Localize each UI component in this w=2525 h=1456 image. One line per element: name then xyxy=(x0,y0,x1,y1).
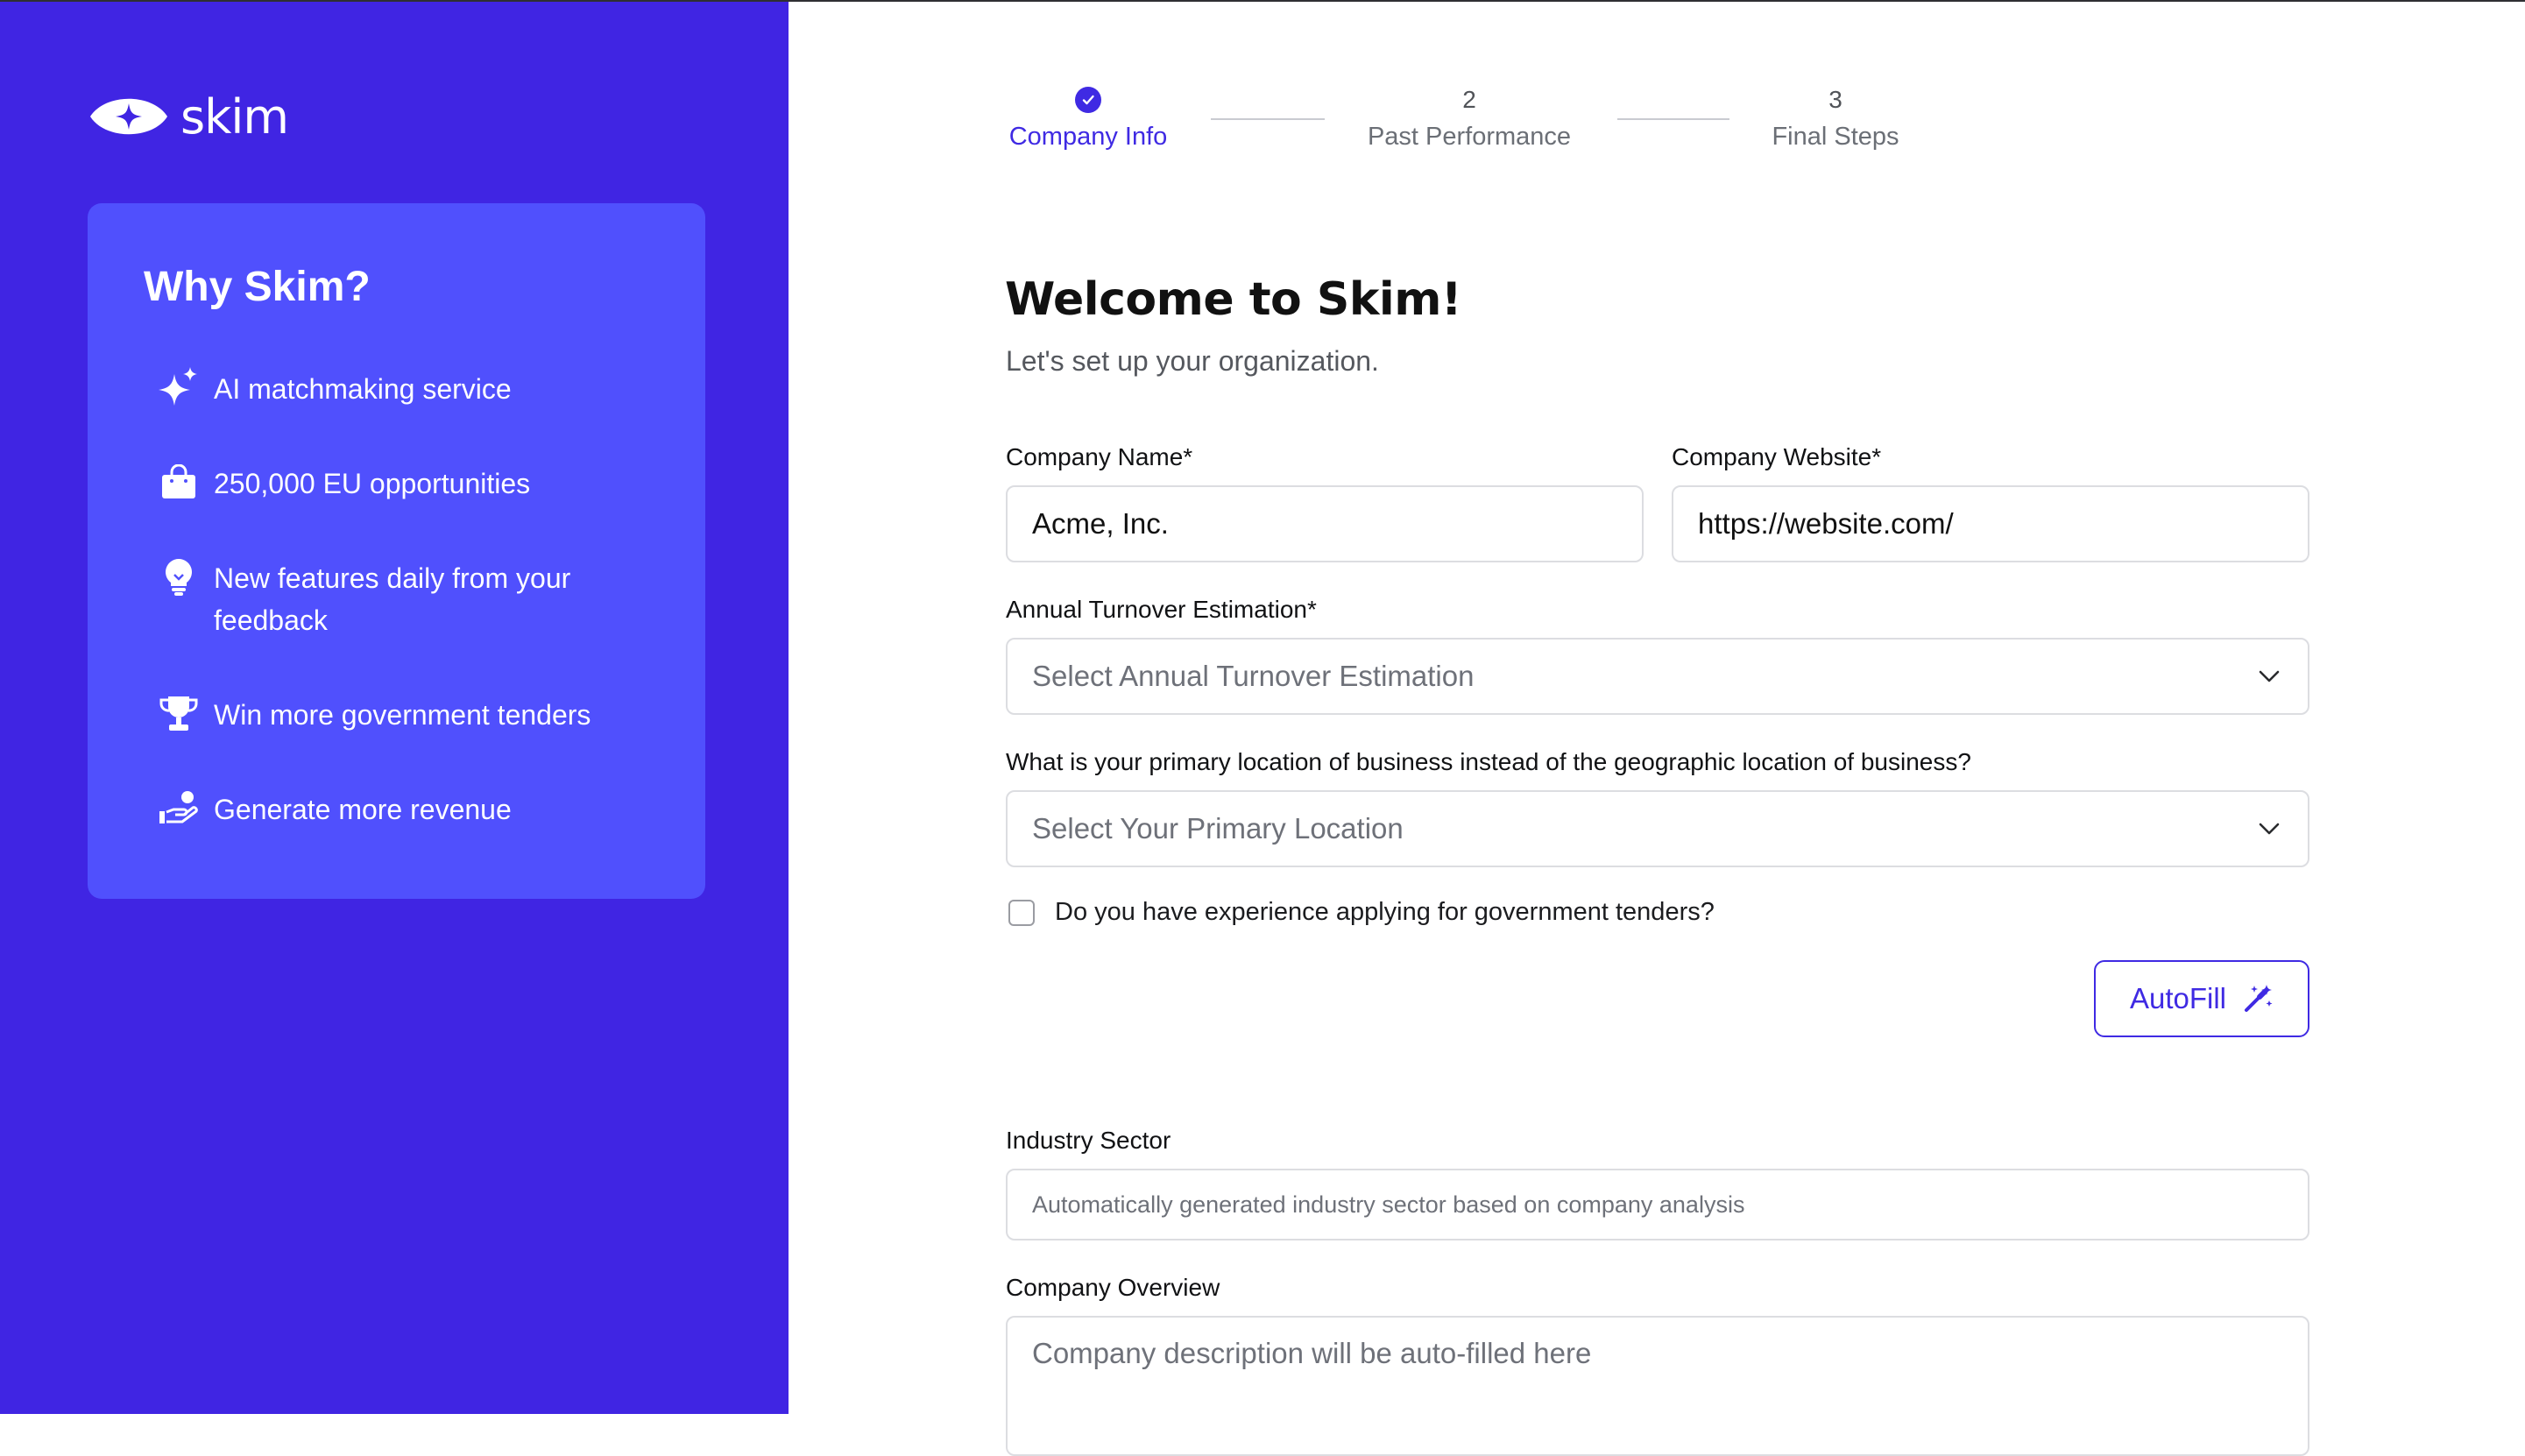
benefit-text: 250,000 EU opportunities xyxy=(214,468,531,499)
page-subtitle: Let's set up your organization. xyxy=(1006,345,1379,377)
benefit-item: New features daily from your feedback xyxy=(158,557,634,641)
overview-label: Company Overview xyxy=(1006,1274,1220,1301)
skim-logo[interactable]: skim xyxy=(88,86,289,147)
location-label: What is your primary location of busines… xyxy=(1006,748,1971,775)
overview-placeholder: Company description will be auto-filled … xyxy=(1032,1337,1592,1369)
benefit-text: Win more government tenders xyxy=(214,699,591,731)
magic-wand-icon xyxy=(2245,985,2273,1012)
industry-label: Industry Sector xyxy=(1006,1127,1171,1154)
autofill-button[interactable]: AutoFill xyxy=(2094,960,2309,1037)
why-skim-title: Why Skim? xyxy=(144,264,371,310)
benefit-item: AI matchmaking service xyxy=(158,366,634,410)
hand-coin-icon xyxy=(158,787,200,829)
step-marker xyxy=(998,82,1178,117)
experience-label[interactable]: Do you have experience applying for gove… xyxy=(1055,898,1715,927)
step-connector xyxy=(1617,118,1729,120)
company-name-value: Acme, Inc. xyxy=(1032,507,1169,540)
step-label: Company Info xyxy=(1008,123,1168,151)
turnover-label: Annual Turnover Estimation* xyxy=(1006,596,1317,623)
shopping-bag-icon xyxy=(158,461,200,503)
chevron-down-icon xyxy=(2259,670,2280,682)
benefit-item: Generate more revenue xyxy=(158,788,634,830)
sparkles-icon xyxy=(158,366,200,408)
turnover-select[interactable]: Select Annual Turnover Estimation xyxy=(1006,638,2309,715)
eye-star-logo-icon xyxy=(90,98,167,135)
overview-textarea[interactable]: Company description will be auto-filled … xyxy=(1006,1316,2309,1456)
location-placeholder: Select Your Primary Location xyxy=(1032,812,1404,845)
benefit-item: 250,000 EU opportunities xyxy=(158,463,634,505)
benefit-item: Win more government tenders xyxy=(158,694,634,736)
benefit-text: AI matchmaking service xyxy=(214,373,512,405)
benefit-text: New features daily from your feedback xyxy=(214,562,571,636)
step-connector xyxy=(1211,118,1325,120)
industry-input[interactable]: Automatically generated industry sector … xyxy=(1006,1169,2309,1240)
company-website-value: https://website.com/ xyxy=(1698,507,1954,540)
lightbulb-icon xyxy=(158,555,200,597)
step-final-steps[interactable]: 3 Final Steps xyxy=(1758,82,1913,152)
company-website-label: Company Website* xyxy=(1672,443,1882,470)
turnover-placeholder: Select Annual Turnover Estimation xyxy=(1032,660,1475,692)
check-circle-icon xyxy=(1075,87,1101,113)
autofill-label: AutoFill xyxy=(2129,982,2227,1014)
company-website-input[interactable]: https://website.com/ xyxy=(1672,485,2309,562)
company-name-label: Company Name* xyxy=(1006,443,1193,470)
trophy-icon xyxy=(158,692,200,734)
brand-name: skim xyxy=(180,88,289,145)
step-past-performance[interactable]: 2 Past Performance xyxy=(1356,82,1582,152)
step-label: Final Steps xyxy=(1772,123,1899,151)
page-title: Welcome to Skim! xyxy=(1005,273,1462,326)
step-company-info[interactable]: Company Info xyxy=(998,82,1178,152)
industry-placeholder: Automatically generated industry sector … xyxy=(1032,1191,1745,1218)
experience-checkbox[interactable] xyxy=(1008,900,1035,926)
step-number: 3 xyxy=(1828,86,1842,113)
step-number: 2 xyxy=(1462,86,1476,113)
why-skim-card: Why Skim? AI matchmaking service 250,000 xyxy=(88,203,705,899)
benefit-text: Generate more revenue xyxy=(214,794,512,825)
sidebar: skim Why Skim? AI matchmaking service 25… xyxy=(0,2,789,1414)
company-name-input[interactable]: Acme, Inc. xyxy=(1006,485,1644,562)
chevron-down-icon xyxy=(2259,823,2280,835)
location-select[interactable]: Select Your Primary Location xyxy=(1006,790,2309,867)
step-label: Past Performance xyxy=(1367,123,1572,151)
